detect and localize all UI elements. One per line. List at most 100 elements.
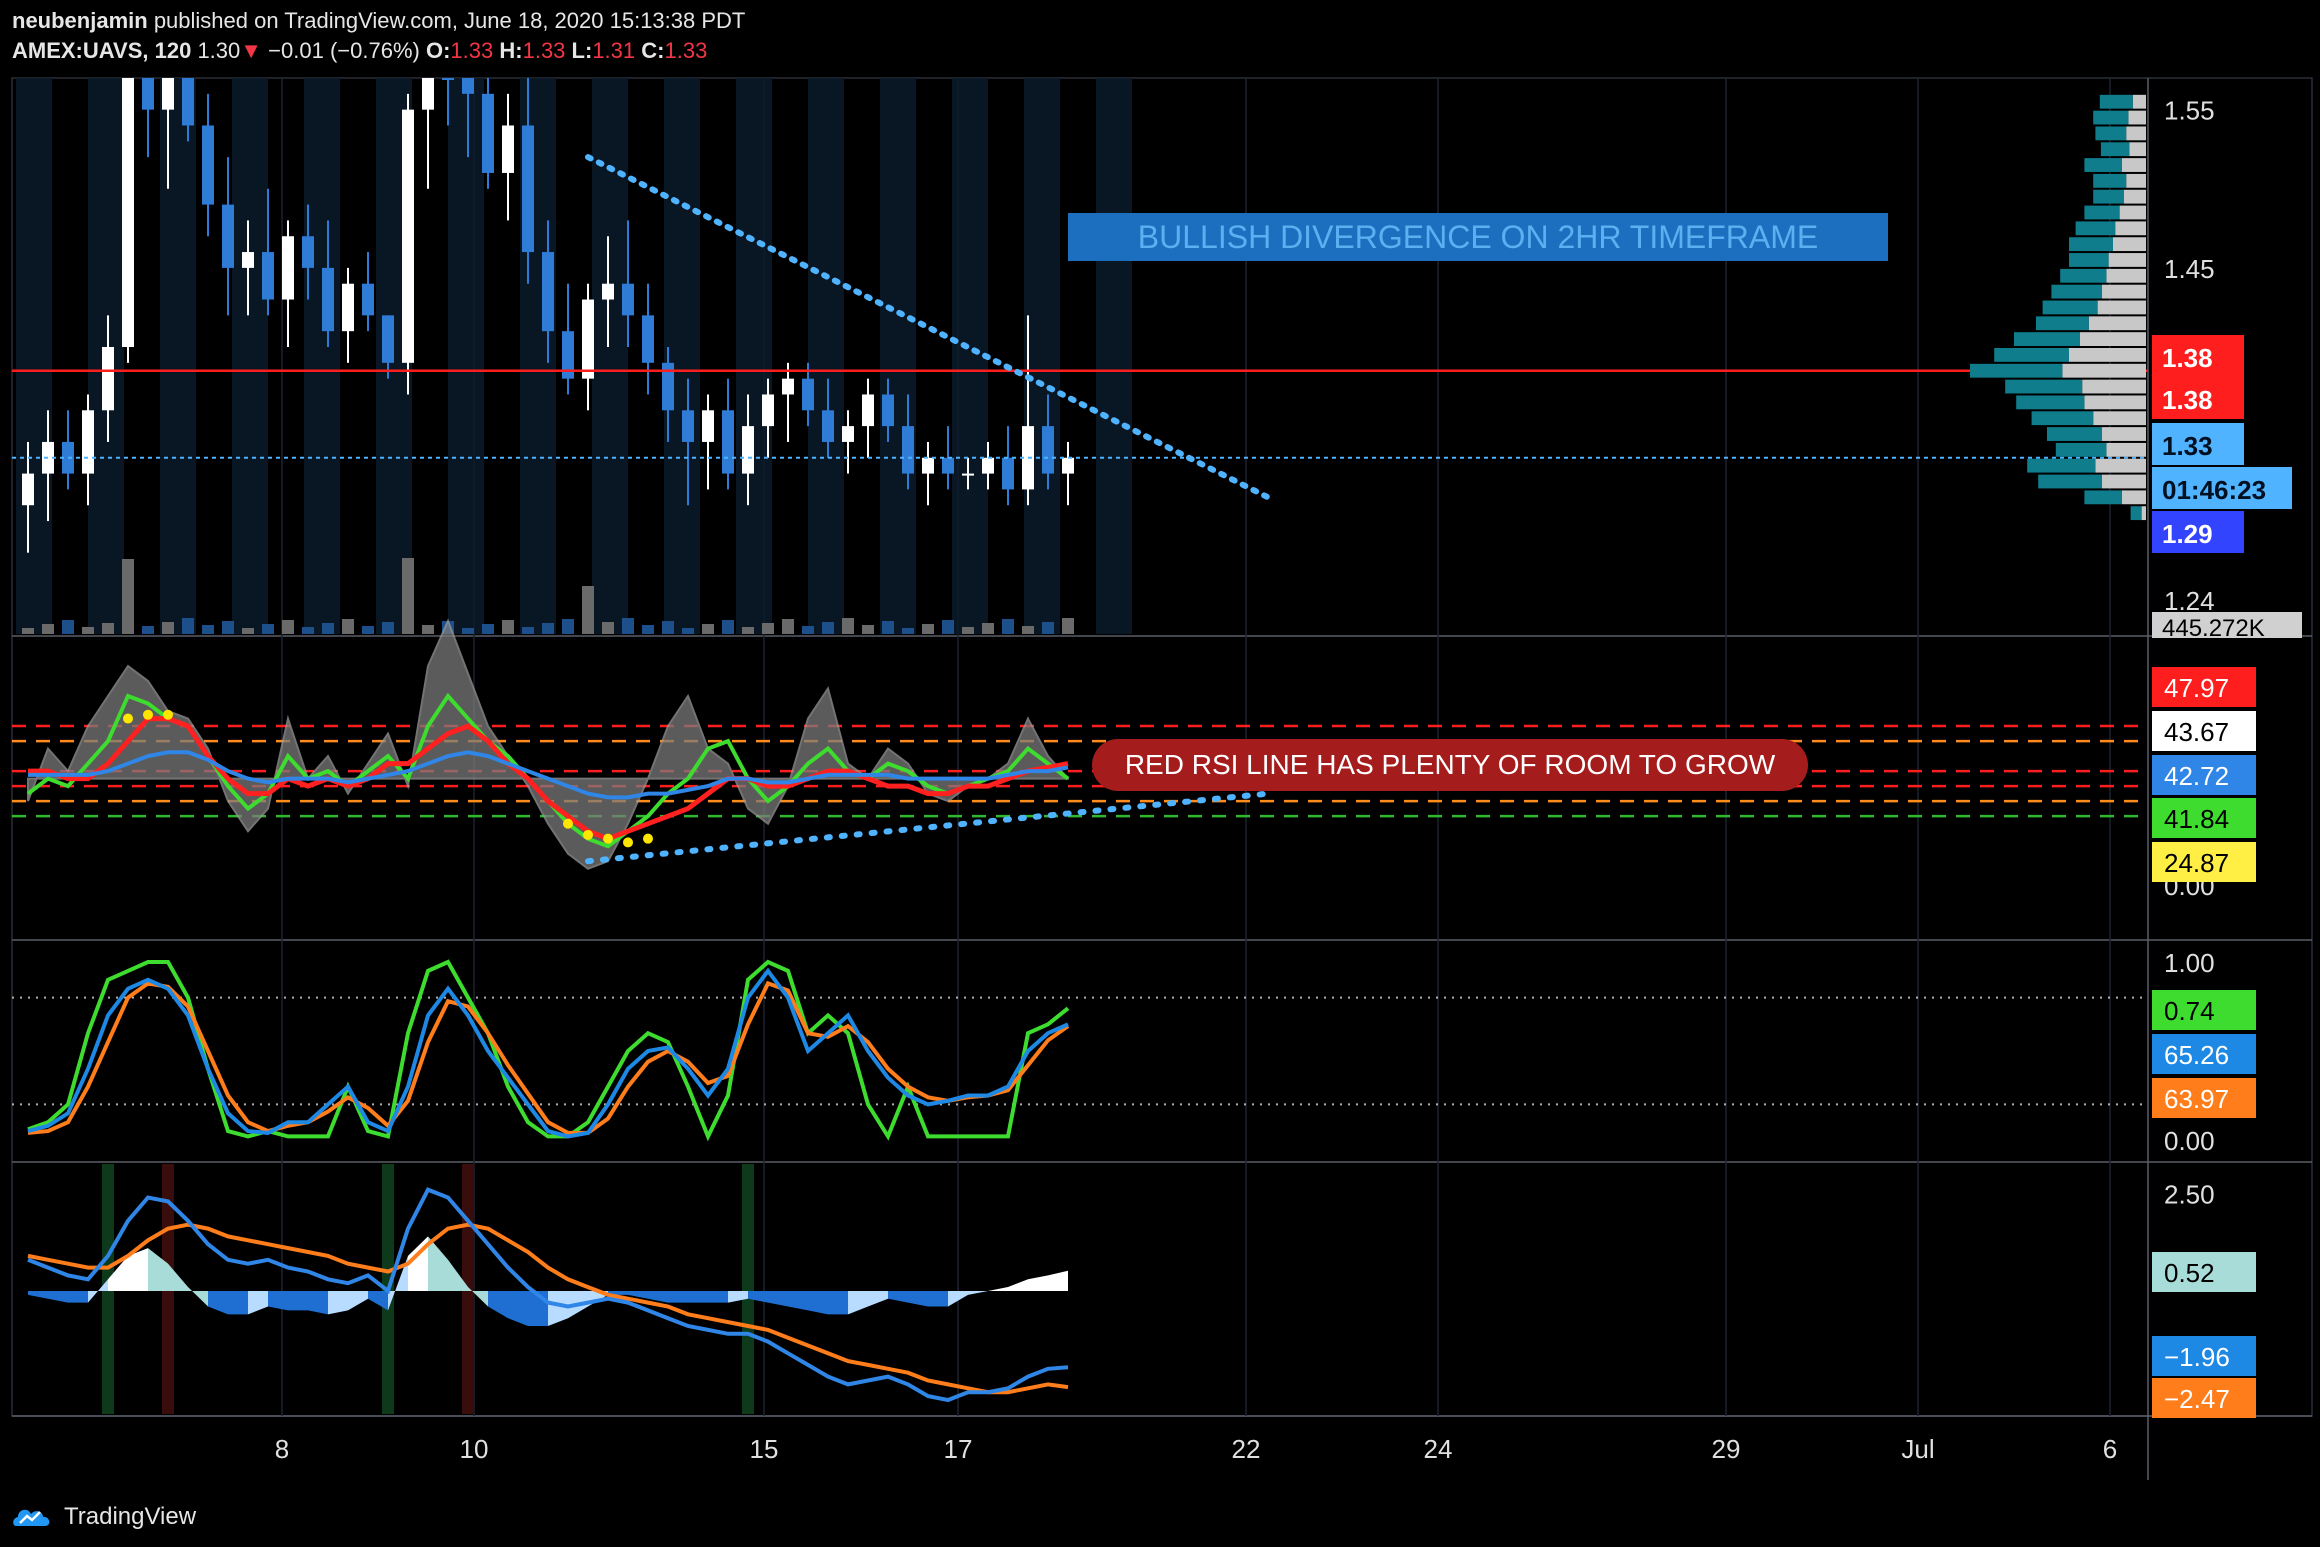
candle[interactable]: [582, 299, 594, 379]
session-band: [808, 78, 844, 634]
candle[interactable]: [922, 457, 934, 474]
signal-dot: [163, 709, 173, 720]
vp-row-down: [2080, 332, 2146, 346]
vp-row-down: [2088, 316, 2146, 331]
candle[interactable]: [902, 426, 914, 474]
candle[interactable]: [502, 125, 514, 173]
volume-bar: [122, 559, 134, 634]
vp-row-up: [1970, 363, 2063, 378]
macd-histogram: [508, 1290, 528, 1326]
macd-histogram: [1048, 1270, 1068, 1291]
volume-bar: [562, 619, 574, 634]
rsi-trendline[interactable]: [585, 790, 1271, 865]
macd-panel[interactable]: [27, 1164, 1069, 1414]
candle[interactable]: [202, 125, 214, 205]
candle[interactable]: [142, 78, 154, 110]
candle[interactable]: [882, 394, 894, 427]
candle[interactable]: [442, 78, 454, 80]
candle[interactable]: [162, 78, 174, 110]
candle[interactable]: [182, 78, 194, 126]
candle[interactable]: [302, 236, 314, 268]
candle[interactable]: [282, 236, 294, 300]
vp-row-down: [2082, 379, 2146, 394]
candle[interactable]: [862, 394, 874, 427]
candle[interactable]: [242, 252, 254, 268]
time-tick-label: 17: [944, 1434, 973, 1464]
candle[interactable]: [462, 78, 474, 94]
volume-bar: [402, 558, 414, 634]
candle[interactable]: [402, 109, 414, 363]
volume-bar: [422, 625, 434, 634]
vp-row-down: [2084, 395, 2146, 410]
tradingview-logo-icon[interactable]: [12, 1504, 56, 1530]
price-tick-label: 1.55: [2164, 96, 2215, 126]
volume-bar: [22, 628, 34, 634]
volume-bar: [802, 626, 814, 634]
volume-bar: [762, 623, 774, 634]
stoch-badge-label: 63.97: [2164, 1084, 2229, 1114]
candle[interactable]: [702, 410, 714, 442]
volume-bar: [722, 620, 734, 634]
stoch-k-line[interactable]: [27, 967, 1069, 1139]
candle[interactable]: [682, 410, 694, 442]
candle[interactable]: [1042, 426, 1054, 474]
candle[interactable]: [262, 252, 274, 300]
vp-row-up: [2099, 94, 2133, 109]
time-tick-label: 8: [275, 1434, 289, 1464]
candle[interactable]: [362, 283, 374, 316]
candle[interactable]: [622, 283, 634, 316]
chart-canvas[interactable]: 1.551.451.401.241.381.381.3301:46:231.29…: [0, 0, 2320, 1547]
vp-row-down: [2102, 474, 2146, 489]
stoch-green-line[interactable]: [27, 959, 1070, 1142]
candle[interactable]: [722, 410, 734, 474]
vp-row-up: [2084, 158, 2122, 172]
candle[interactable]: [102, 347, 114, 411]
macd-histogram: [348, 1290, 368, 1311]
candle[interactable]: [22, 473, 34, 506]
stochastic-panel[interactable]: [12, 959, 2148, 1142]
candle[interactable]: [522, 125, 534, 253]
candle[interactable]: [222, 204, 234, 268]
candle[interactable]: [962, 473, 974, 476]
candle[interactable]: [542, 252, 554, 332]
vp-row-down: [2126, 126, 2146, 141]
candle[interactable]: [642, 315, 654, 363]
candle[interactable]: [982, 457, 994, 474]
candle[interactable]: [742, 426, 754, 474]
volume-bar: [382, 622, 394, 634]
candle[interactable]: [422, 78, 434, 110]
macd-histogram: [488, 1290, 508, 1319]
vp-row-up: [2031, 411, 2094, 426]
candle[interactable]: [482, 93, 494, 173]
candle[interactable]: [762, 394, 774, 427]
vp-row-up: [2042, 300, 2098, 315]
price-axis[interactable]: 1.551.451.401.241.381.381.3301:46:231.29…: [2152, 96, 2302, 1418]
price-badge-label: 01:46:23: [2162, 475, 2266, 505]
candle[interactable]: [782, 378, 794, 395]
candle[interactable]: [602, 283, 614, 300]
rsi-panel[interactable]: [12, 618, 2148, 870]
candle[interactable]: [82, 410, 94, 474]
volume-bar: [362, 626, 374, 634]
candle[interactable]: [842, 426, 854, 442]
candle[interactable]: [1062, 457, 1074, 474]
candle[interactable]: [822, 410, 834, 442]
macd-histogram: [68, 1290, 88, 1303]
candle[interactable]: [382, 315, 394, 363]
session-band: [664, 78, 700, 634]
macd-histogram: [688, 1290, 708, 1303]
candle[interactable]: [322, 267, 334, 332]
macd-histogram: [228, 1290, 248, 1315]
candle[interactable]: [1002, 457, 1014, 490]
stoch-d-line[interactable]: [27, 980, 1070, 1135]
time-axis[interactable]: 8 10 15 17 22 24 29 Jul 6: [275, 1434, 2117, 1464]
macd-histogram: [648, 1290, 668, 1303]
price-tick-label: 1.24: [2164, 586, 2215, 616]
candle[interactable]: [122, 78, 134, 347]
candle[interactable]: [342, 283, 354, 332]
candle[interactable]: [942, 457, 954, 474]
price-tick-label: 1.45: [2164, 254, 2215, 284]
footer-brand: TradingView: [64, 1503, 197, 1530]
candle[interactable]: [802, 378, 814, 411]
volume-bar: [42, 624, 54, 634]
